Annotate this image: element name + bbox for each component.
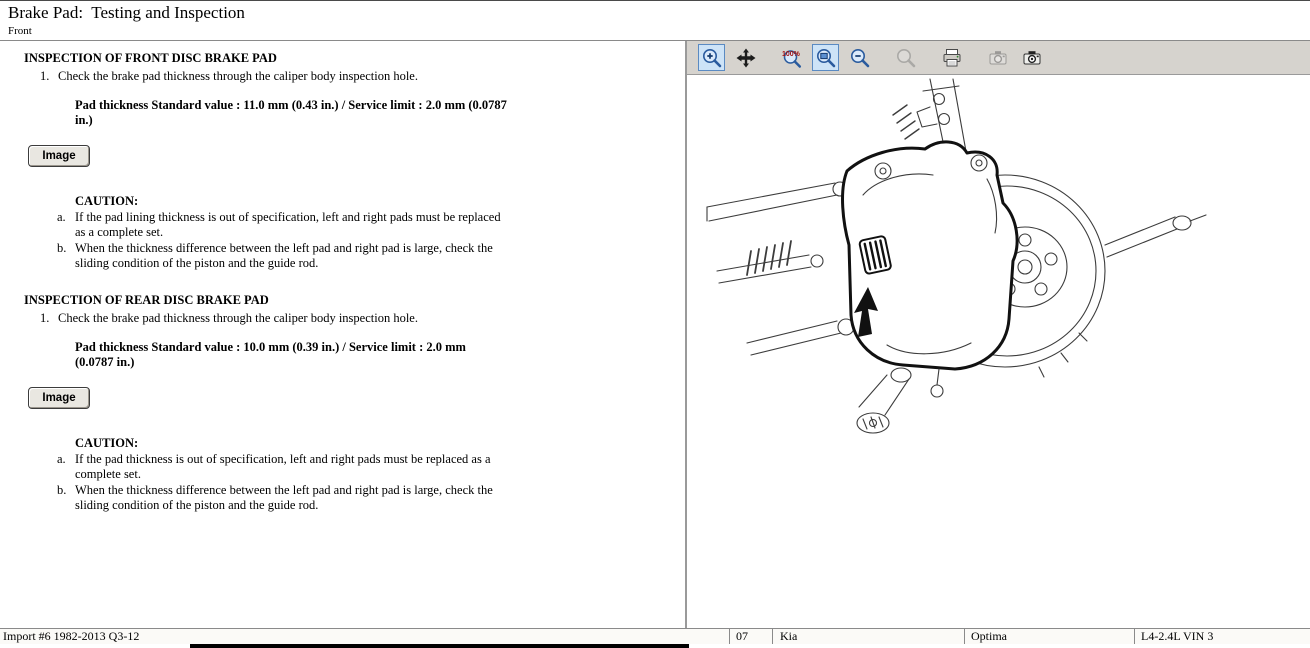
caution-text: If the pad lining thickness is out of sp…	[75, 210, 505, 240]
caution-letter: a.	[57, 210, 75, 240]
page-subtitle: Front	[8, 25, 1302, 37]
zoom-window-icon[interactable]	[812, 44, 839, 71]
status-make: Kia	[772, 629, 964, 644]
caution-item-b: b. When the thickness difference between…	[57, 241, 505, 271]
camera-icon[interactable]	[1018, 44, 1045, 71]
brake-diagram-canvas[interactable]	[687, 75, 1310, 628]
section-rear-disc-brake-pad: INSPECTION OF REAR DISC BRAKE PAD 1. Che…	[24, 293, 685, 513]
step-item: 1. Check the brake pad thickness through…	[40, 311, 500, 326]
pad-thickness-spec: Pad thickness Standard value : 10.0 mm (…	[75, 340, 507, 370]
zoom-out-icon[interactable]	[846, 44, 873, 71]
snapshot-icon	[984, 44, 1011, 71]
zoom-in-icon[interactable]	[698, 44, 725, 71]
caution-text: If the pad thickness is out of specifica…	[75, 452, 505, 482]
svg-text:100%: 100%	[782, 51, 801, 58]
status-import-info: Import #6 1982-2013 Q3-12	[0, 629, 729, 644]
caution-item-a: a. If the pad lining thickness is out of…	[57, 210, 505, 240]
step-number: 1.	[40, 69, 58, 84]
pan-icon[interactable]	[732, 44, 759, 71]
image-pane: 100%	[687, 41, 1310, 628]
image-button-front[interactable]: Image	[28, 145, 90, 167]
caution-label: CAUTION:	[75, 436, 685, 451]
status-code: 07	[729, 629, 772, 644]
section-heading: INSPECTION OF REAR DISC BRAKE PAD	[24, 293, 685, 308]
step-text: Check the brake pad thickness through th…	[58, 311, 418, 326]
app-window: Brake Pad: Testing and Inspection Front …	[0, 0, 1310, 648]
step-text: Check the brake pad thickness through th…	[58, 69, 418, 84]
section-heading: INSPECTION OF FRONT DISC BRAKE PAD	[24, 51, 685, 66]
pad-thickness-spec: Pad thickness Standard value : 11.0 mm (…	[75, 98, 507, 128]
image-toolbar: 100%	[687, 41, 1310, 75]
section-front-disc-brake-pad: INSPECTION OF FRONT DISC BRAKE PAD 1. Ch…	[24, 51, 685, 271]
caution-text: When the thickness difference between th…	[75, 241, 505, 271]
status-model: Optima	[964, 629, 1134, 644]
print-icon[interactable]	[938, 44, 965, 71]
step-number: 1.	[40, 311, 58, 326]
caution-letter: b.	[57, 241, 75, 271]
zoom-dynamic-icon	[892, 44, 919, 71]
bottom-edge	[0, 644, 1310, 648]
image-button-rear[interactable]: Image	[28, 387, 90, 409]
article-pane: INSPECTION OF FRONT DISC BRAKE PAD 1. Ch…	[0, 41, 685, 628]
caution-item-a: a. If the pad thickness is out of specif…	[57, 452, 505, 482]
header: Brake Pad: Testing and Inspection Front	[0, 1, 1310, 41]
brake-assembly-drawing	[687, 75, 1308, 623]
caution-label: CAUTION:	[75, 194, 685, 209]
caution-letter: b.	[57, 483, 75, 513]
caution-text: When the thickness difference between th…	[75, 483, 505, 513]
status-bar: Import #6 1982-2013 Q3-12 07 Kia Optima …	[0, 628, 1310, 644]
caution-letter: a.	[57, 452, 75, 482]
step-item: 1. Check the brake pad thickness through…	[40, 69, 500, 84]
status-engine: L4-2.4L VIN 3	[1134, 629, 1310, 644]
taskbar-strip	[190, 644, 689, 648]
page-title: Brake Pad: Testing and Inspection	[8, 3, 1302, 23]
caution-item-b: b. When the thickness difference between…	[57, 483, 505, 513]
zoom-100-icon[interactable]: 100%	[778, 44, 805, 71]
